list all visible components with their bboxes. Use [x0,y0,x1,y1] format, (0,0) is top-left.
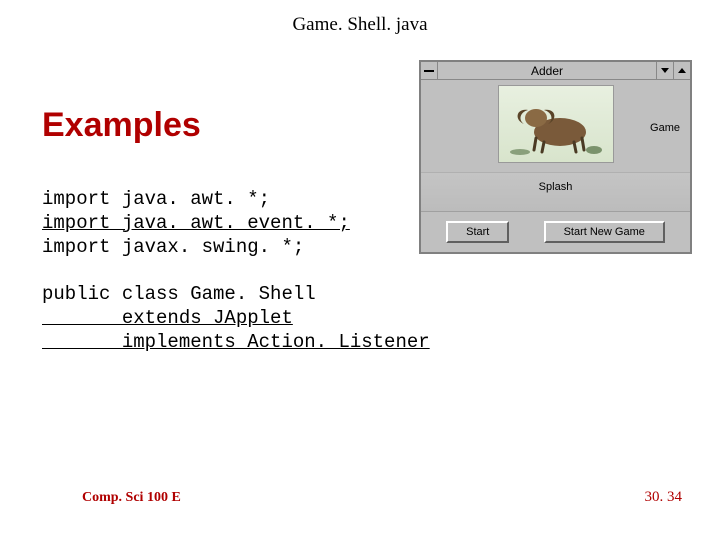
ram-icon [506,90,606,158]
applet-minimize-button[interactable] [656,62,673,79]
menu-icon [424,70,434,72]
splash-label: Splash [421,172,690,212]
code-line: public class Game. Shell [42,283,316,305]
triangle-down-icon [661,68,669,73]
applet-maximize-button[interactable] [673,62,690,79]
source-filename: Game. Shell. java [0,14,720,36]
footer-page-number: 30. 34 [645,489,683,506]
applet-button-row: Start Start New Game [421,212,690,252]
applet-titlebar: Adder [421,62,690,80]
start-new-game-button[interactable]: Start New Game [544,221,665,243]
applet-window: Adder Game Splash Start Start New Game [419,60,692,254]
start-button[interactable]: Start [446,221,509,243]
applet-system-menu[interactable] [421,62,438,79]
footer-course: Comp. Sci 100 E [82,490,181,506]
code-line: extends JApplet [42,307,293,329]
applet-game-panel: Game [421,80,690,172]
code-line: import java. awt. event. *; [42,212,350,234]
code-line: import java. awt. *; [42,188,270,210]
ram-image [498,85,614,163]
applet-title: Adder [438,62,656,79]
triangle-up-icon [678,68,686,73]
code-example: import java. awt. *; import java. awt. e… [42,188,430,354]
code-line: import javax. swing. *; [42,236,304,258]
game-label: Game [650,122,680,134]
slide-heading: Examples [42,106,201,145]
code-line: implements Action. Listener [42,331,430,353]
